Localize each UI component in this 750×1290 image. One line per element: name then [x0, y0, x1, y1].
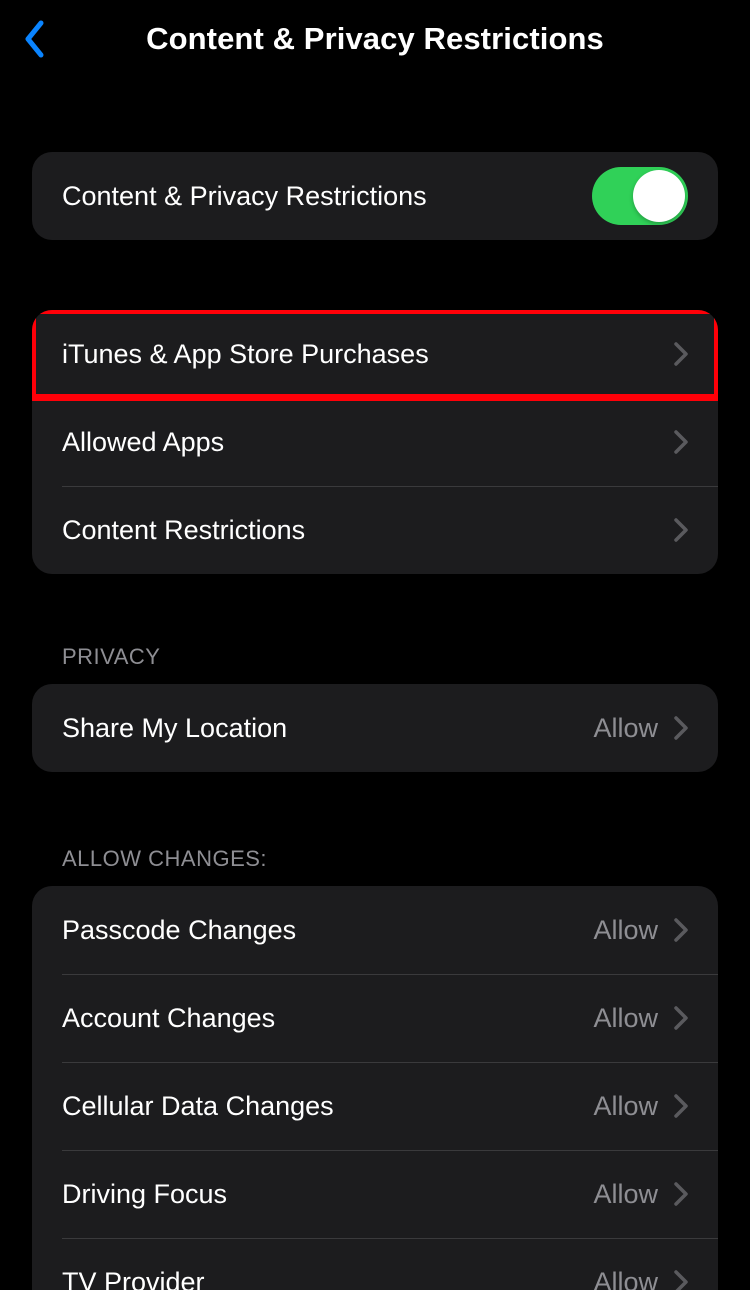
chevron-left-icon [23, 20, 45, 58]
group-allow-changes: Passcode Changes Allow Account Changes A… [32, 886, 718, 1290]
chevron-right-icon [674, 1182, 688, 1206]
section-header-privacy: Privacy [32, 644, 718, 684]
back-button[interactable] [14, 19, 54, 59]
row-label: iTunes & App Store Purchases [62, 339, 429, 370]
toggle-knob [633, 170, 685, 222]
row-label: Account Changes [62, 1003, 275, 1034]
row-label: Cellular Data Changes [62, 1091, 334, 1122]
chevron-right-icon [674, 1270, 688, 1290]
row-content-restrictions[interactable]: Content Restrictions [32, 486, 718, 574]
section-header-allow-changes: Allow Changes: [32, 846, 718, 886]
chevron-right-icon [674, 1006, 688, 1030]
row-itunes-app-store-purchases[interactable]: iTunes & App Store Purchases [32, 310, 718, 398]
chevron-right-icon [674, 518, 688, 542]
chevron-right-icon [674, 716, 688, 740]
row-value: Allow [593, 1003, 658, 1034]
row-label: Content Restrictions [62, 515, 305, 546]
group-store: iTunes & App Store Purchases Allowed App… [32, 310, 718, 574]
row-label: Content & Privacy Restrictions [62, 181, 427, 212]
row-label: TV Provider [62, 1267, 205, 1290]
row-value: Allow [593, 713, 658, 744]
group-privacy: Share My Location Allow [32, 684, 718, 772]
row-content-privacy-restrictions[interactable]: Content & Privacy Restrictions [32, 152, 718, 240]
chevron-right-icon [674, 430, 688, 454]
row-value: Allow [593, 1091, 658, 1122]
row-label: Passcode Changes [62, 915, 296, 946]
row-value: Allow [593, 1267, 658, 1290]
row-account-changes[interactable]: Account Changes Allow [32, 974, 718, 1062]
row-label: Allowed Apps [62, 427, 224, 458]
row-passcode-changes[interactable]: Passcode Changes Allow [32, 886, 718, 974]
row-share-my-location[interactable]: Share My Location Allow [32, 684, 718, 772]
group-master: Content & Privacy Restrictions [32, 152, 718, 240]
row-allowed-apps[interactable]: Allowed Apps [32, 398, 718, 486]
chevron-right-icon [674, 918, 688, 942]
row-label: Driving Focus [62, 1179, 227, 1210]
row-driving-focus[interactable]: Driving Focus Allow [32, 1150, 718, 1238]
chevron-right-icon [674, 1094, 688, 1118]
nav-bar: Content & Privacy Restrictions [0, 0, 750, 78]
toggle-content-privacy[interactable] [592, 167, 688, 225]
page-title: Content & Privacy Restrictions [146, 21, 604, 57]
row-value: Allow [593, 1179, 658, 1210]
row-label: Share My Location [62, 713, 287, 744]
row-cellular-data-changes[interactable]: Cellular Data Changes Allow [32, 1062, 718, 1150]
chevron-right-icon [674, 342, 688, 366]
row-value: Allow [593, 915, 658, 946]
row-tv-provider[interactable]: TV Provider Allow [32, 1238, 718, 1290]
